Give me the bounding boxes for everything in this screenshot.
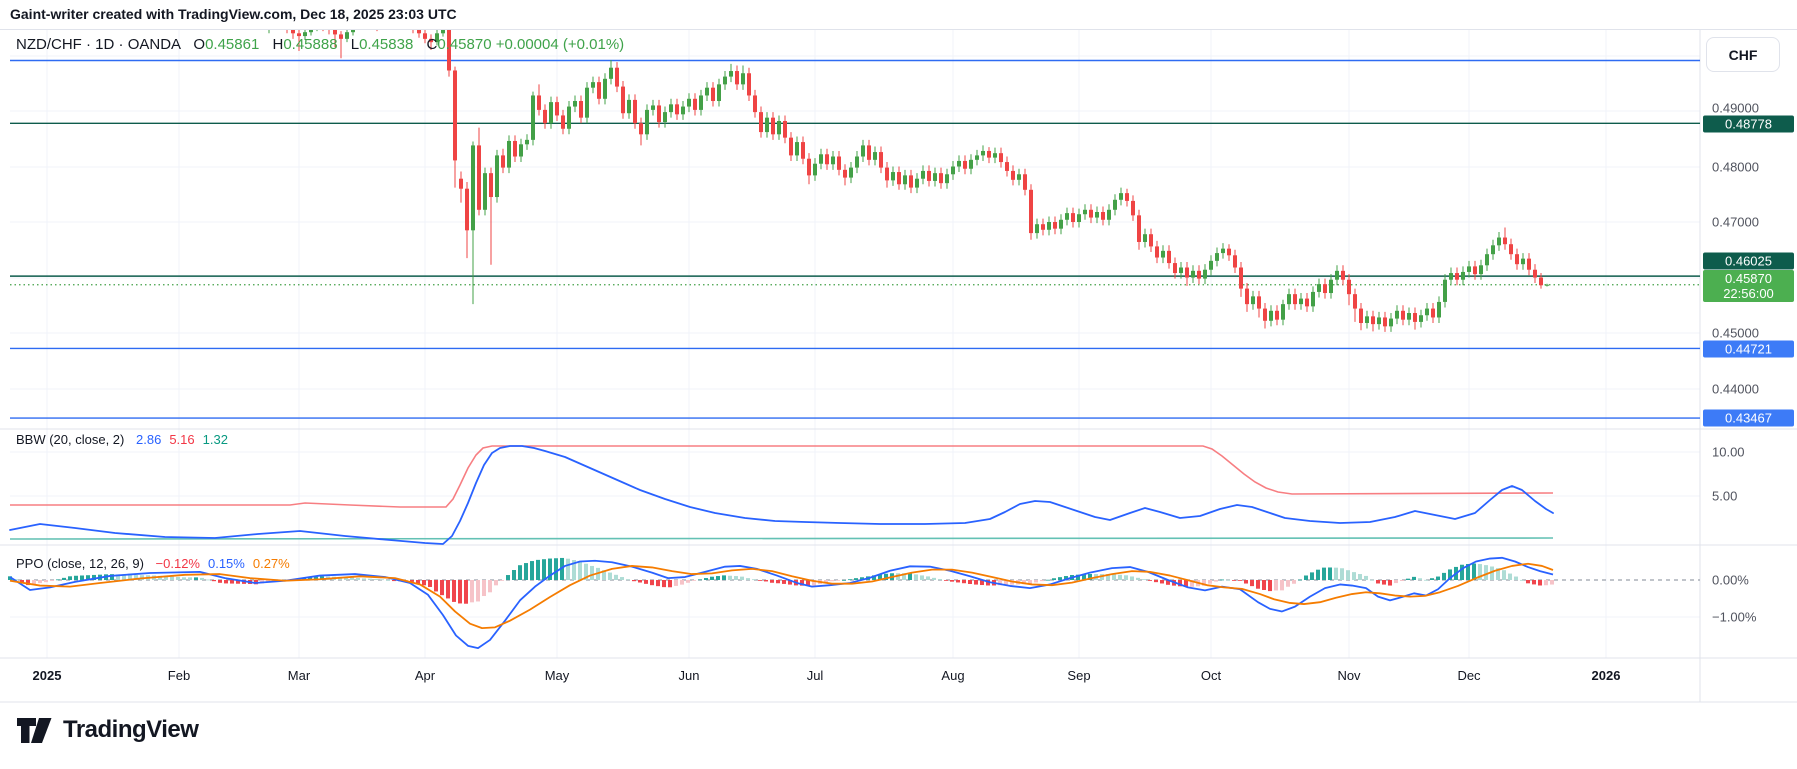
time-label-May[interactable]: May — [545, 668, 570, 683]
separator-dot: · — [118, 36, 124, 53]
bbw-indicator-legend[interactable]: BBW (20, close, 2) 2.86 5.16 1.32 — [16, 432, 228, 447]
countdown-timer: 22:56:00 — [1723, 286, 1774, 301]
low-label: L — [350, 36, 360, 53]
change-value: +0.00004 (+0.01%) — [495, 36, 625, 53]
symbol-name[interactable]: NZD/CHF — [16, 36, 82, 53]
tradingview-logo-icon — [17, 717, 52, 743]
time-label-Aug[interactable]: Aug — [941, 668, 964, 683]
price-tick: 0.47000 — [1712, 214, 1759, 230]
bbw-value-1: 5.16 — [169, 432, 195, 447]
tradingview-snapshot: Gaint-writer created with TradingView.co… — [0, 0, 1797, 769]
price-tick: 0.44000 — [1712, 381, 1759, 397]
symbol-row[interactable]: NZD/CHF · 1D · OANDA O0.45861 H0.45888 L… — [16, 36, 624, 53]
low-value: 0.45838 — [359, 36, 414, 53]
price-badge: 0.43467 — [1703, 409, 1794, 427]
ppo-indicator-legend[interactable]: PPO (close, 12, 26, 9) −0.12% 0.15% 0.27% — [16, 556, 290, 571]
open-label: O — [193, 36, 206, 53]
price-tick: 5.00 — [1712, 488, 1738, 504]
price-badge: 0.45870 22:56:00 — [1703, 270, 1794, 302]
time-label-Jun[interactable]: Jun — [679, 668, 700, 683]
ppo-value-0: −0.12% — [155, 556, 200, 571]
ppo-label: PPO (close, 12, 26, 9) — [16, 556, 144, 571]
separator-dot: · — [86, 36, 91, 53]
bbw-label: BBW (20, close, 2) — [16, 432, 125, 447]
brand-text: TradingView — [63, 716, 199, 743]
time-label-2026[interactable]: 2026 — [1592, 668, 1621, 683]
price-tick: 0.49000 — [1712, 100, 1759, 116]
close-label: C — [426, 36, 438, 53]
price-badge: 0.44721 — [1703, 340, 1794, 358]
currency-button[interactable]: CHF — [1706, 37, 1780, 72]
price-tick: 0.45000 — [1712, 325, 1759, 341]
open-value: 0.45861 — [205, 36, 260, 53]
time-label-Oct[interactable]: Oct — [1201, 668, 1221, 683]
high-label: H — [272, 36, 284, 53]
price-tick: 0.48000 — [1712, 159, 1759, 175]
price-badge: 0.48778 — [1703, 115, 1794, 133]
price-tick: 0.00% — [1712, 572, 1749, 588]
time-label-Jul[interactable]: Jul — [807, 668, 824, 683]
high-value: 0.45888 — [283, 36, 338, 53]
chart-canvas[interactable] — [0, 0, 1797, 769]
footer-brand: TradingView — [16, 716, 199, 744]
time-label-Sep[interactable]: Sep — [1067, 668, 1090, 683]
ppo-value-1: 0.15% — [207, 556, 245, 571]
bbw-value-0: 2.86 — [136, 432, 162, 447]
interval-label[interactable]: 1D — [95, 36, 114, 53]
price-tick: 10.00 — [1712, 444, 1745, 460]
time-label-Apr[interactable]: Apr — [415, 668, 435, 683]
exchange-label: OANDA — [127, 36, 181, 53]
time-label-Mar[interactable]: Mar — [288, 668, 310, 683]
price-badge: 0.46025 — [1703, 252, 1794, 270]
price-tick: −1.00% — [1712, 609, 1757, 625]
time-label-2025[interactable]: 2025 — [33, 668, 62, 683]
close-value: 0.45870 — [437, 36, 492, 53]
time-label-Feb[interactable]: Feb — [168, 668, 190, 683]
time-label-Nov[interactable]: Nov — [1337, 668, 1360, 683]
time-label-Dec[interactable]: Dec — [1457, 668, 1480, 683]
ppo-value-2: 0.27% — [252, 556, 290, 571]
bbw-value-2: 1.32 — [202, 432, 228, 447]
